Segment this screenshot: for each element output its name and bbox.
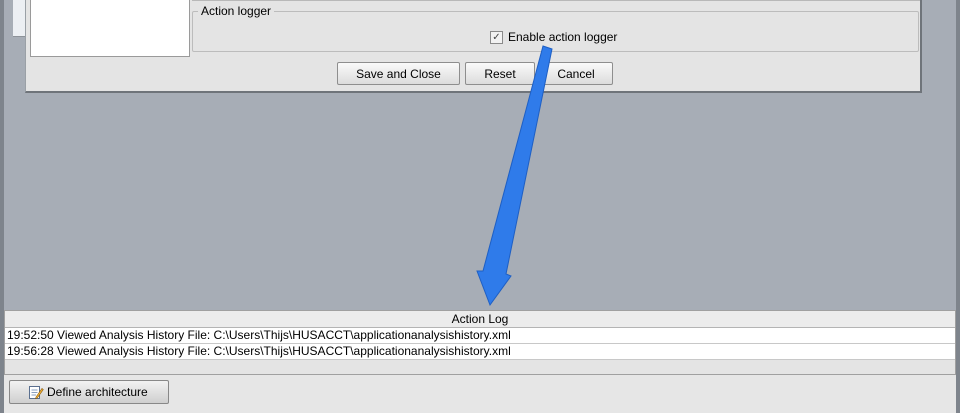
configuration-dialog: Action logger ✓ Enable action logger Sav… bbox=[25, 0, 922, 93]
enable-action-logger-option[interactable]: ✓ Enable action logger bbox=[490, 29, 617, 45]
save-and-close-button[interactable]: Save and Close bbox=[337, 62, 460, 85]
reset-button[interactable]: Reset bbox=[465, 62, 535, 85]
define-architecture-button[interactable]: Define architecture bbox=[9, 380, 169, 404]
enable-action-logger-checkbox[interactable]: ✓ bbox=[490, 30, 503, 44]
action-log-panel: Action Log 19:52:50 Viewed Analysis Hist… bbox=[4, 310, 956, 375]
settings-tree-panel[interactable] bbox=[30, 0, 190, 57]
action-log-header[interactable]: Action Log bbox=[5, 311, 955, 328]
cancel-button[interactable]: Cancel bbox=[539, 62, 613, 85]
enable-action-logger-label[interactable]: Enable action logger bbox=[508, 30, 617, 44]
action-logger-legend: Action logger bbox=[198, 4, 275, 19]
log-entry[interactable]: 19:52:50 Viewed Analysis History File: C… bbox=[5, 328, 955, 344]
define-architecture-label: Define architecture bbox=[47, 385, 148, 399]
window-right-border bbox=[956, 0, 960, 413]
edit-document-icon bbox=[28, 384, 44, 400]
bottom-toolbar: Define architecture bbox=[4, 375, 956, 413]
log-entry[interactable]: 19:56:28 Viewed Analysis History File: C… bbox=[5, 344, 955, 360]
